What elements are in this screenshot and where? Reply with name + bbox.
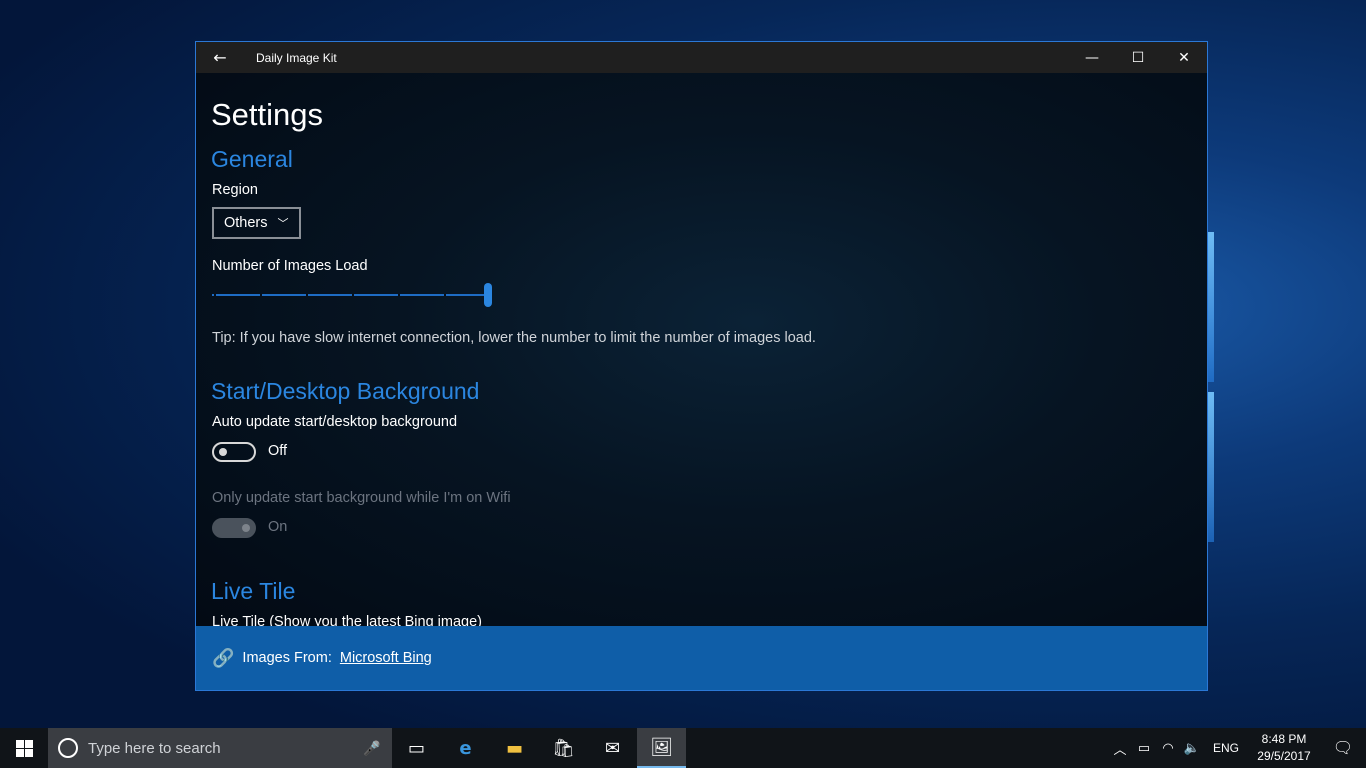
language-indicator[interactable]: ENG xyxy=(1204,741,1248,755)
region-value: Others xyxy=(224,215,268,231)
slider-tick xyxy=(352,294,354,296)
action-center-icon[interactable]: 🗨 xyxy=(1320,738,1366,758)
cortana-icon xyxy=(58,738,78,758)
back-arrow-icon[interactable]: ← xyxy=(196,42,244,73)
chevron-down-icon: ﹀ xyxy=(277,218,289,230)
app-window: ← Daily Image Kit — ☐ ✕ Settings General… xyxy=(195,41,1208,691)
wifi-icon[interactable]: ◠ xyxy=(1156,740,1180,756)
images-load-slider[interactable] xyxy=(212,283,493,307)
clock-date: 29/5/2017 xyxy=(1257,749,1311,763)
window-title: Daily Image Kit xyxy=(256,50,337,65)
section-background-heading: Start/Desktop Background xyxy=(211,378,480,404)
mail-icon[interactable]: ✉ xyxy=(588,728,637,768)
close-icon[interactable]: ✕ xyxy=(1161,42,1207,73)
link-icon: 🔗 xyxy=(212,647,235,668)
slider-track xyxy=(212,294,488,296)
auto-update-label: Auto update start/desktop background xyxy=(212,414,458,430)
auto-update-toggle[interactable] xyxy=(212,442,256,462)
images-load-label: Number of Images Load xyxy=(212,258,368,274)
edge-browser-icon[interactable]: e xyxy=(441,728,490,768)
system-tray: ︿ ▭ ◠ 🔈 ENG 8:48 PM 29/5/2017 🗨 xyxy=(1108,728,1366,768)
minimize-icon[interactable]: — xyxy=(1069,42,1115,73)
microsoft-bing-link[interactable]: Microsoft Bing xyxy=(340,650,432,666)
section-live-tile-heading: Live Tile xyxy=(211,578,296,604)
section-general-heading: General xyxy=(211,146,293,172)
taskbar: Type here to search 🎤 ▭ e ▬ 🛍 ✉ 🖼 ︿ ▭ ◠ … xyxy=(0,728,1366,768)
search-placeholder: Type here to search xyxy=(88,739,221,757)
footer-bar: 🔗 Images From: Microsoft Bing xyxy=(196,626,1207,690)
slider-thumb[interactable] xyxy=(484,283,492,307)
tip-text: Tip: If you have slow internet connectio… xyxy=(212,330,816,346)
toggle-knob xyxy=(242,524,250,532)
wifi-only-label: Only update start background while I'm o… xyxy=(212,490,511,506)
live-tile-label: Live Tile (Show you the latest Bing imag… xyxy=(212,614,482,626)
taskbar-search[interactable]: Type here to search 🎤 xyxy=(48,728,392,768)
battery-icon[interactable]: ▭ xyxy=(1132,740,1156,756)
desktop-light-beam xyxy=(1208,232,1214,382)
windows-logo-icon xyxy=(15,739,33,757)
region-dropdown[interactable]: Others ﹀ xyxy=(212,207,301,239)
task-view-icon[interactable]: ▭ xyxy=(392,728,441,768)
toggle-knob xyxy=(219,448,227,456)
slider-tick xyxy=(398,294,400,296)
auto-update-state: Off xyxy=(268,443,288,459)
wifi-only-state: On xyxy=(268,519,288,535)
page-title: Settings xyxy=(211,97,324,132)
start-button[interactable] xyxy=(0,728,48,768)
wifi-only-toggle xyxy=(212,518,256,538)
chevron-up-icon[interactable]: ︿ xyxy=(1108,739,1132,758)
volume-icon[interactable]: 🔈 xyxy=(1180,740,1204,756)
microphone-icon[interactable]: 🎤 xyxy=(352,740,392,757)
file-explorer-icon[interactable]: ▬ xyxy=(490,728,539,768)
clock[interactable]: 8:48 PM 29/5/2017 xyxy=(1248,731,1320,765)
slider-tick xyxy=(306,294,308,296)
slider-tick xyxy=(260,294,262,296)
photos-app-icon[interactable]: 🖼 xyxy=(637,728,686,768)
slider-tick xyxy=(214,294,216,296)
desktop-light-beam xyxy=(1208,392,1214,542)
footer-prefix: Images From: xyxy=(242,650,332,666)
region-label: Region xyxy=(212,182,258,198)
store-icon[interactable]: 🛍 xyxy=(539,728,588,768)
title-bar: ← Daily Image Kit — ☐ ✕ xyxy=(196,42,1207,73)
settings-content[interactable]: Settings General Region Others ﹀ Number … xyxy=(196,73,1207,626)
slider-tick xyxy=(444,294,446,296)
maximize-icon[interactable]: ☐ xyxy=(1115,42,1161,73)
clock-time: 8:48 PM xyxy=(1261,732,1307,746)
